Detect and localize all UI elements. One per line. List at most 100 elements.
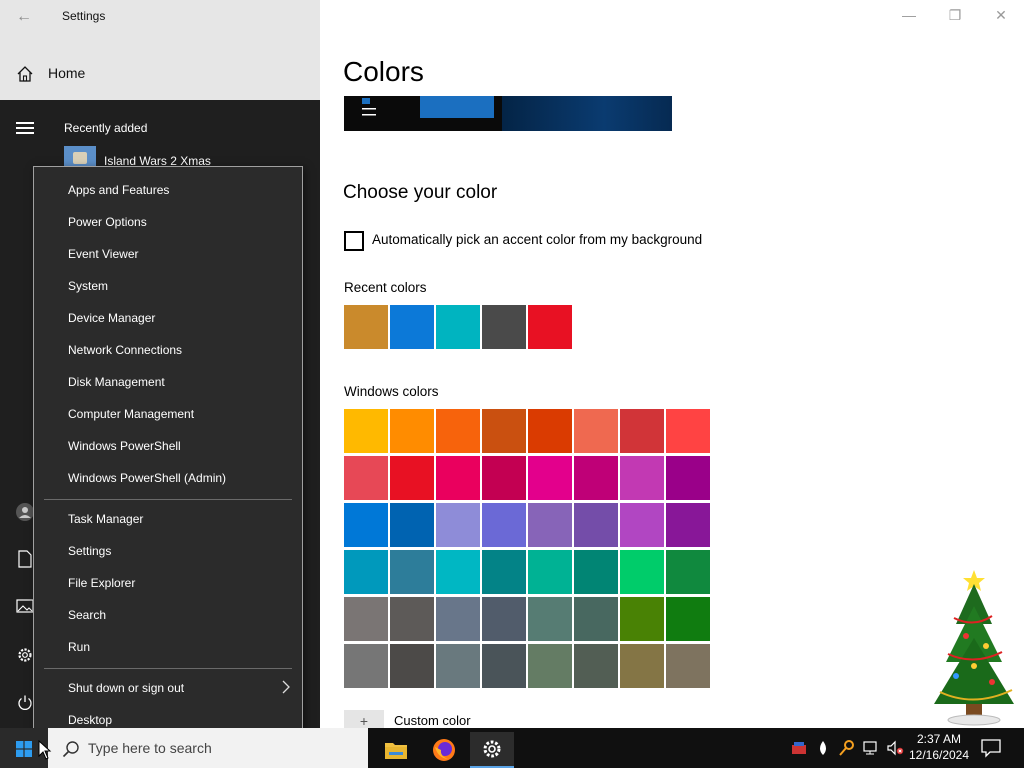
- windows-color-swatch[interactable]: [436, 597, 480, 641]
- recent-color-swatch[interactable]: [344, 305, 388, 349]
- menu-item-label: Network Connections: [68, 343, 183, 357]
- windows-color-swatch[interactable]: [574, 456, 618, 500]
- windows-colors-label: Windows colors: [344, 384, 439, 399]
- windows-color-swatch[interactable]: [344, 503, 388, 547]
- windows-color-swatch[interactable]: [620, 456, 664, 500]
- windows-color-swatch[interactable]: [528, 644, 572, 688]
- preview-start-icon: [362, 98, 376, 116]
- back-button[interactable]: ←: [10, 6, 38, 28]
- windows-color-swatch[interactable]: [390, 456, 434, 500]
- windows-color-swatch[interactable]: [528, 409, 572, 453]
- taskbar-firefox[interactable]: [422, 732, 466, 768]
- windows-color-swatch[interactable]: [344, 456, 388, 500]
- windows-color-swatch[interactable]: [436, 503, 480, 547]
- menu-item-shut-down-or-sign-out[interactable]: Shut down or sign out: [34, 673, 302, 703]
- windows-color-swatch[interactable]: [574, 550, 618, 594]
- windows-color-swatch[interactable]: [482, 456, 526, 500]
- minimize-button[interactable]: —: [899, 7, 919, 25]
- menu-item-system[interactable]: System: [34, 271, 302, 301]
- menu-item-settings[interactable]: Settings: [34, 536, 302, 566]
- menu-item-computer-management[interactable]: Computer Management: [34, 399, 302, 429]
- droplet-icon[interactable]: [814, 739, 832, 757]
- clock-time[interactable]: 2:37 AM: [906, 732, 972, 746]
- windows-color-swatch[interactable]: [574, 503, 618, 547]
- windows-color-swatch[interactable]: [666, 456, 710, 500]
- windows-color-swatch[interactable]: [528, 503, 572, 547]
- windows-color-swatch[interactable]: [528, 550, 572, 594]
- menu-item-task-manager[interactable]: Task Manager: [34, 504, 302, 534]
- tray-app-icon[interactable]: [790, 739, 808, 757]
- windows-color-swatch[interactable]: [390, 550, 434, 594]
- windows-color-swatch[interactable]: [482, 597, 526, 641]
- windows-color-swatch[interactable]: [344, 597, 388, 641]
- menu-item-device-manager[interactable]: Device Manager: [34, 303, 302, 333]
- windows-color-swatch[interactable]: [482, 550, 526, 594]
- windows-color-swatch[interactable]: [482, 409, 526, 453]
- nav-home[interactable]: Home: [0, 56, 320, 90]
- windows-color-swatch[interactable]: [666, 550, 710, 594]
- menu-item-label: Device Manager: [68, 311, 156, 325]
- windows-color-swatch[interactable]: [390, 597, 434, 641]
- windows-color-swatch[interactable]: [620, 503, 664, 547]
- menu-item-apps-and-features[interactable]: Apps and Features: [34, 175, 302, 205]
- windows-color-swatch[interactable]: [344, 550, 388, 594]
- windows-color-swatch[interactable]: [620, 597, 664, 641]
- custom-color-label[interactable]: Custom color: [394, 713, 471, 728]
- menu-item-label: Windows PowerShell: [68, 439, 181, 453]
- windows-color-swatch[interactable]: [666, 503, 710, 547]
- windows-color-swatch[interactable]: [620, 644, 664, 688]
- volume-muted-icon[interactable]: [886, 739, 904, 757]
- recent-color-swatch[interactable]: [390, 305, 434, 349]
- recent-color-swatch[interactable]: [436, 305, 480, 349]
- windows-color-swatch[interactable]: [344, 409, 388, 453]
- windows-logo-icon: [16, 741, 32, 757]
- windows-color-swatch[interactable]: [528, 597, 572, 641]
- close-button[interactable]: ✕: [991, 7, 1011, 25]
- menu-item-file-explorer[interactable]: File Explorer: [34, 568, 302, 598]
- windows-color-swatch[interactable]: [620, 550, 664, 594]
- hamburger-menu-icon[interactable]: [16, 122, 34, 134]
- windows-color-swatch[interactable]: [666, 409, 710, 453]
- taskbar-file-explorer[interactable]: [374, 732, 418, 768]
- recently-added-label: Recently added: [64, 121, 148, 135]
- windows-color-swatch[interactable]: [436, 644, 480, 688]
- menu-item-disk-management[interactable]: Disk Management: [34, 367, 302, 397]
- recent-color-swatch[interactable]: [482, 305, 526, 349]
- section-title: Choose your color: [343, 182, 498, 203]
- windows-color-swatch[interactable]: [574, 597, 618, 641]
- menu-item-run[interactable]: Run: [34, 632, 302, 662]
- menu-item-search[interactable]: Search: [34, 600, 302, 630]
- recent-color-swatch[interactable]: [528, 305, 572, 349]
- menu-item-network-connections[interactable]: Network Connections: [34, 335, 302, 365]
- taskbar-search-box[interactable]: Type here to search: [48, 728, 368, 768]
- windows-color-swatch[interactable]: [620, 409, 664, 453]
- windows-color-swatch[interactable]: [390, 409, 434, 453]
- menu-item-label: Power Options: [68, 215, 147, 229]
- clock-date[interactable]: 12/16/2024: [906, 748, 972, 762]
- search-icon: [62, 741, 79, 758]
- windows-color-swatch[interactable]: [436, 456, 480, 500]
- restore-button[interactable]: ❐: [945, 7, 965, 25]
- windows-color-swatch[interactable]: [574, 644, 618, 688]
- windows-color-swatch[interactable]: [390, 503, 434, 547]
- notification-center-icon[interactable]: [980, 738, 1002, 758]
- windows-color-swatch[interactable]: [528, 456, 572, 500]
- menu-item-windows-powershell-admin[interactable]: Windows PowerShell (Admin): [34, 463, 302, 493]
- menu-item-event-viewer[interactable]: Event Viewer: [34, 239, 302, 269]
- windows-color-swatch[interactable]: [390, 644, 434, 688]
- windows-color-swatch[interactable]: [574, 409, 618, 453]
- key-icon[interactable]: [838, 739, 856, 757]
- menu-item-power-options[interactable]: Power Options: [34, 207, 302, 237]
- windows-color-swatch[interactable]: [436, 409, 480, 453]
- auto-accent-checkbox[interactable]: [344, 231, 364, 251]
- custom-color-button[interactable]: +: [344, 710, 384, 729]
- windows-color-swatch[interactable]: [666, 644, 710, 688]
- windows-color-swatch[interactable]: [666, 597, 710, 641]
- taskbar-settings[interactable]: [470, 732, 514, 768]
- menu-item-windows-powershell[interactable]: Windows PowerShell: [34, 431, 302, 461]
- network-icon[interactable]: [862, 739, 880, 757]
- windows-color-swatch[interactable]: [344, 644, 388, 688]
- windows-color-swatch[interactable]: [482, 644, 526, 688]
- windows-color-swatch[interactable]: [482, 503, 526, 547]
- windows-color-swatch[interactable]: [436, 550, 480, 594]
